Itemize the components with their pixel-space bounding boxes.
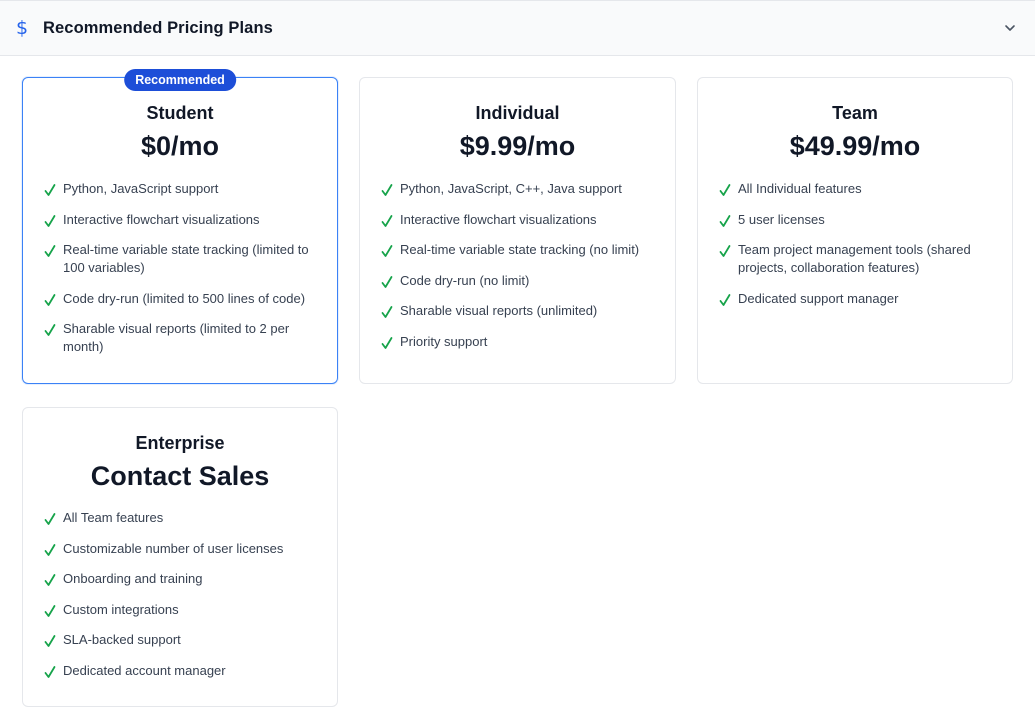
feature-text: Custom integrations xyxy=(63,601,179,617)
check-icon xyxy=(44,214,56,227)
check-icon xyxy=(381,275,393,288)
feature-item: Code dry-run (no limit) xyxy=(381,272,653,290)
plan-price: $9.99/mo xyxy=(459,131,576,161)
feature-item: Custom integrations xyxy=(44,601,315,619)
feature-text: SLA-backed support xyxy=(63,632,181,647)
check-icon xyxy=(381,184,393,196)
check-icon xyxy=(44,543,56,556)
check-icon xyxy=(381,214,393,227)
plan-card-enterprise[interactable]: Enterprise Contact Sales All Team featur… xyxy=(22,407,338,707)
check-icon xyxy=(381,306,393,318)
check-icon xyxy=(381,245,393,257)
feature-text: All Individual features xyxy=(738,181,862,196)
feature-list: All Individual features 5 user licenses … xyxy=(719,180,990,320)
feature-text: Dedicated support manager xyxy=(738,290,899,306)
feature-list: All Team features Customizable number of… xyxy=(44,509,315,692)
feature-item: All Team features xyxy=(44,509,315,527)
chevron-down-icon[interactable] xyxy=(1003,21,1017,35)
feature-text: Sharable visual reports (limited to 2 pe… xyxy=(63,321,290,354)
feature-item: Interactive flowchart visualizations xyxy=(44,211,315,229)
feature-item: Sharable visual reports (limited to 2 pe… xyxy=(44,320,315,356)
feature-text: Sharable visual reports (unlimited) xyxy=(400,303,598,318)
feature-item: Python, JavaScript support xyxy=(44,180,315,198)
feature-item: Python, JavaScript, C++, Java support xyxy=(381,180,653,198)
feature-text: Real-time variable state tracking (no li… xyxy=(400,242,640,257)
check-icon xyxy=(44,324,56,336)
check-icon xyxy=(719,293,731,306)
feature-item: Dedicated support manager xyxy=(719,290,990,308)
feature-item: Onboarding and training xyxy=(44,570,315,588)
feature-item: Real-time variable state tracking (limit… xyxy=(44,241,315,277)
feature-list: Python, JavaScript support Interactive f… xyxy=(44,180,315,369)
check-icon xyxy=(44,245,56,257)
check-icon xyxy=(44,293,56,306)
plan-card-individual[interactable]: Individual $9.99/mo Python, JavaScript, … xyxy=(359,77,676,384)
feature-list: Python, JavaScript, C++, Java support In… xyxy=(381,180,653,363)
check-icon xyxy=(44,513,56,525)
plan-price: $0/mo xyxy=(140,131,220,161)
check-icon xyxy=(719,214,731,227)
check-icon xyxy=(44,184,56,196)
plan-price: $49.99/mo xyxy=(789,131,921,161)
feature-item: All Individual features xyxy=(719,180,990,198)
feature-item: Priority support xyxy=(381,333,653,351)
feature-text: 5 user licenses xyxy=(738,211,825,227)
feature-text: Interactive flowchart visualizations xyxy=(63,211,260,227)
check-icon xyxy=(44,574,56,586)
feature-item: Team project management tools (shared pr… xyxy=(719,241,990,277)
plan-card-student[interactable]: Recommended Student $0/mo Python, JavaSc… xyxy=(22,69,338,384)
plan-card-team[interactable]: Team $49.99/mo All Individual features 5… xyxy=(697,77,1013,384)
plan-name: Team xyxy=(832,103,878,123)
feature-text: Priority support xyxy=(400,333,488,349)
check-icon xyxy=(381,336,393,349)
check-icon xyxy=(44,635,56,647)
check-icon xyxy=(44,604,56,617)
feature-item: Code dry-run (limited to 500 lines of co… xyxy=(44,290,315,308)
dollar-icon: $ xyxy=(16,17,29,39)
plan-name: Enterprise xyxy=(135,433,225,453)
feature-text: Customizable number of user licenses xyxy=(63,540,284,556)
feature-item: Sharable visual reports (unlimited) xyxy=(381,302,653,320)
check-icon xyxy=(719,184,731,196)
feature-item: SLA-backed support xyxy=(44,631,315,649)
check-icon xyxy=(44,665,56,678)
feature-item: Customizable number of user licenses xyxy=(44,540,315,558)
feature-text: Real-time variable state tracking (limit… xyxy=(63,242,309,275)
feature-text: All Team features xyxy=(63,510,164,525)
feature-text: Onboarding and training xyxy=(63,571,203,586)
check-icon xyxy=(719,245,731,257)
feature-text: Code dry-run (no limit) xyxy=(400,272,530,288)
panel-title: Recommended Pricing Plans xyxy=(43,19,273,37)
feature-text: Interactive flowchart visualizations xyxy=(400,211,597,227)
plan-price: Contact Sales xyxy=(90,461,270,491)
plan-name: Individual xyxy=(475,103,560,123)
pricing-panel-header[interactable]: $ Recommended Pricing Plans xyxy=(0,0,1035,56)
feature-item: Dedicated account manager xyxy=(44,662,315,680)
feature-text: Python, JavaScript, C++, Java support xyxy=(400,181,622,196)
plan-name: Student xyxy=(146,103,214,123)
feature-text: Code dry-run (limited to 500 lines of co… xyxy=(63,290,306,306)
feature-item: Real-time variable state tracking (no li… xyxy=(381,241,653,259)
feature-text: Python, JavaScript support xyxy=(63,181,219,196)
feature-text: Team project management tools (shared pr… xyxy=(738,242,971,275)
recommended-badge: Recommended xyxy=(124,69,236,91)
feature-text: Dedicated account manager xyxy=(63,662,226,678)
feature-item: 5 user licenses xyxy=(719,211,990,229)
feature-item: Interactive flowchart visualizations xyxy=(381,211,653,229)
